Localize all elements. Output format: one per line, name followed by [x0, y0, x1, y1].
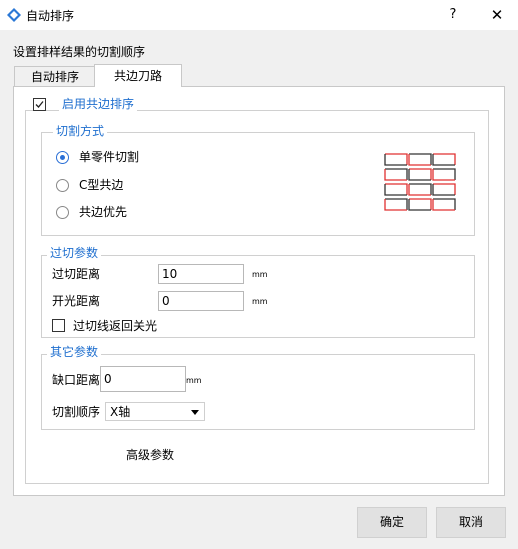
- return-off-light-checkbox[interactable]: [52, 319, 65, 332]
- open-light-distance-input[interactable]: [158, 291, 244, 311]
- radio-c-type[interactable]: [56, 179, 69, 192]
- dialog-description: 设置排样结果的切割顺序: [13, 45, 146, 59]
- radio-single-part[interactable]: [56, 151, 69, 164]
- open-light-distance-label: 开光距离: [52, 294, 101, 308]
- radio-common-first[interactable]: [56, 206, 69, 219]
- cut-order-label: 切割顺序: [52, 405, 101, 419]
- help-button[interactable]: ?: [438, 3, 468, 27]
- enable-common-edge-checkbox[interactable]: [33, 98, 46, 111]
- cut-order-dropdown[interactable]: X轴: [105, 402, 205, 421]
- window-title: 自动排序: [26, 9, 75, 23]
- overcut-params-legend: 过切参数: [47, 246, 102, 260]
- gap-distance-label: 缺口距离: [52, 373, 101, 387]
- return-off-light-label[interactable]: 过切线返回关光: [73, 319, 157, 333]
- open-light-distance-unit: mm: [252, 297, 268, 306]
- gap-distance-input[interactable]: [100, 366, 186, 392]
- ok-button[interactable]: 确定: [357, 507, 427, 538]
- overcut-distance-label: 过切距离: [52, 267, 101, 281]
- gap-distance-unit: mm: [186, 376, 202, 385]
- overcut-distance-unit: mm: [252, 270, 268, 279]
- tab-auto-sort[interactable]: 自动排序: [14, 66, 96, 87]
- radio-single-part-label[interactable]: 单零件切割: [79, 150, 139, 164]
- cut-order-value: X轴: [110, 405, 131, 419]
- title-bar: 自动排序 ? ✕: [0, 0, 518, 30]
- check-icon: [35, 101, 44, 108]
- enable-common-edge-label[interactable]: 启用共边排序: [59, 97, 138, 111]
- cancel-button[interactable]: 取消: [436, 507, 506, 538]
- app-diamond-icon: [6, 7, 22, 23]
- tab-common-edge-path[interactable]: 共边刀路: [94, 64, 182, 87]
- cut-path-preview-image: [384, 153, 456, 211]
- radio-common-first-label[interactable]: 共边优先: [79, 205, 127, 219]
- overcut-distance-input[interactable]: [158, 264, 244, 284]
- close-button[interactable]: ✕: [482, 3, 512, 27]
- radio-c-type-label[interactable]: C型共边: [79, 178, 123, 192]
- chevron-down-icon: [191, 410, 199, 415]
- cut-mode-legend: 切割方式: [53, 124, 108, 138]
- other-params-legend: 其它参数: [47, 345, 102, 359]
- advanced-params-button[interactable]: 高级参数: [126, 446, 174, 463]
